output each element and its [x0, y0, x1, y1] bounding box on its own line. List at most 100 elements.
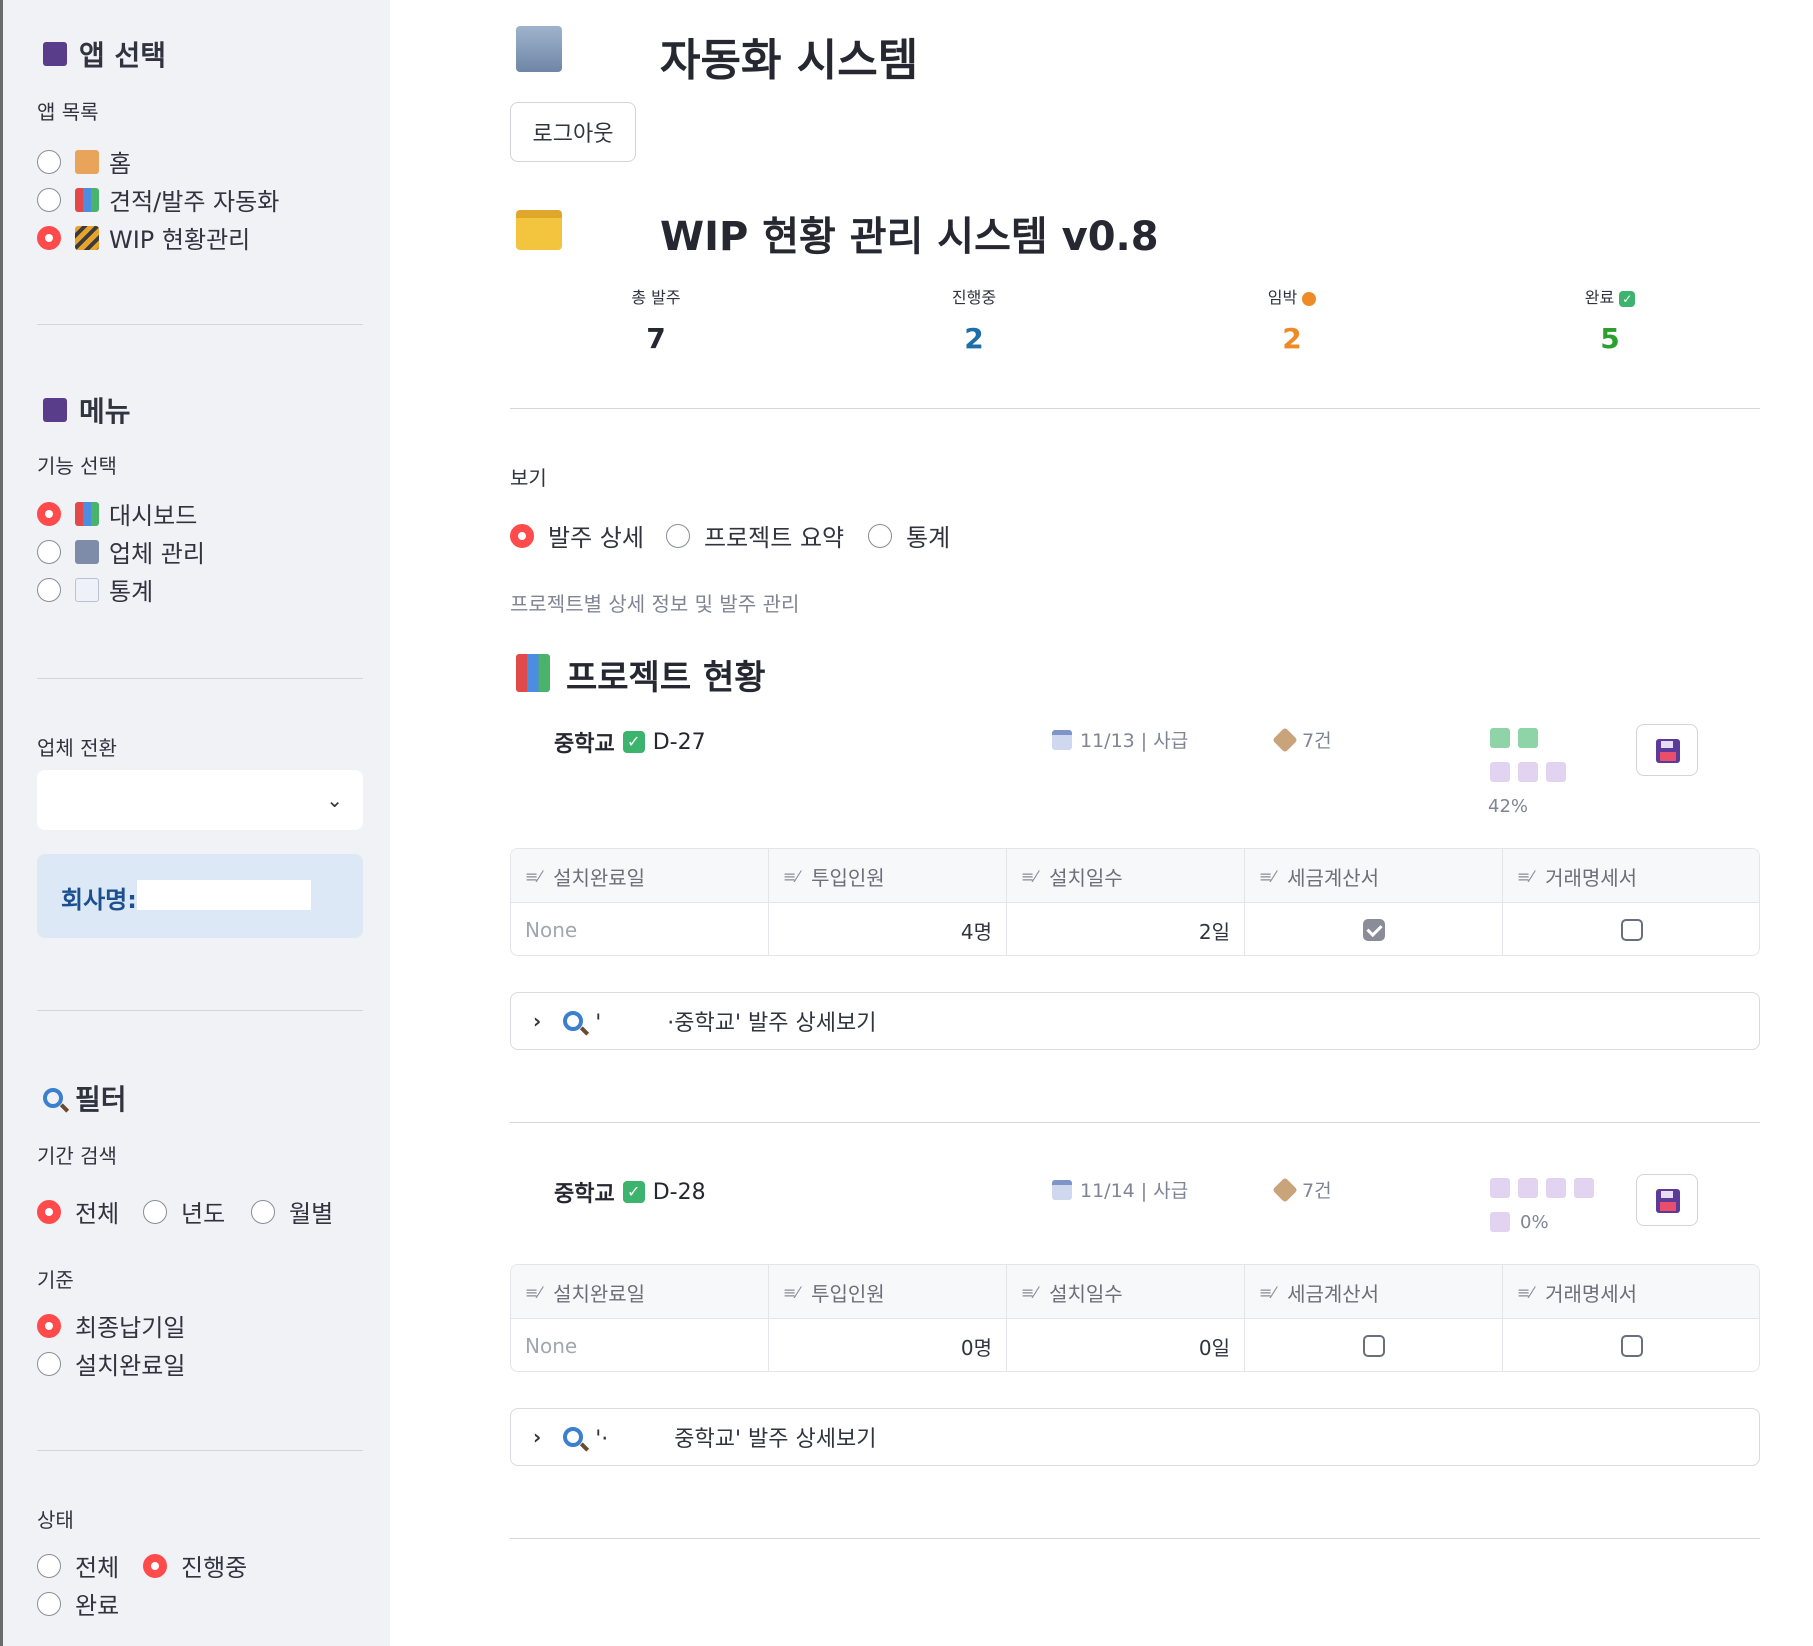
statement-checkbox[interactable] — [1621, 1335, 1643, 1357]
progress-square — [1574, 1178, 1594, 1198]
bar-chart-icon — [75, 501, 99, 526]
radio-dot — [37, 225, 61, 250]
table-cell-days[interactable]: 0일 — [1007, 1319, 1245, 1371]
save-button[interactable] — [1636, 724, 1698, 776]
radio-status-all[interactable]: 전체 — [37, 1548, 119, 1583]
edit-icon: ≡⁄ — [783, 1282, 800, 1302]
radio-view-summary[interactable]: 프로젝트 요약 — [666, 518, 844, 553]
tax-invoice-checkbox[interactable] — [1362, 919, 1385, 941]
progress-square — [1546, 1178, 1566, 1198]
radio-view-stats[interactable]: 통계 — [868, 518, 950, 553]
package-icon — [1272, 1176, 1298, 1203]
expander-label: ' ·중학교' 발주 상세보기 — [595, 1011, 877, 1036]
menu-heading: 메뉴 — [43, 390, 131, 430]
metric-value: 2 — [1282, 322, 1302, 355]
column-header[interactable]: ≡⁄ 투입인원 — [769, 849, 1007, 903]
radio-menu-stats[interactable]: 통계 — [37, 572, 153, 607]
company-name-label: 회사명: — [61, 886, 137, 914]
table-cell-days[interactable]: 2일 — [1007, 903, 1245, 955]
save-button[interactable] — [1636, 1174, 1698, 1226]
tax-invoice-checkbox[interactable] — [1362, 1335, 1385, 1357]
column-header[interactable]: ≡⁄ 설치일수 — [1007, 1265, 1245, 1319]
chevron-down-icon: ⌄ — [326, 788, 343, 812]
edit-icon: ≡⁄ — [1517, 1282, 1534, 1302]
order-detail-expander[interactable]: › '· 중학교' 발주 상세보기 — [510, 1408, 1760, 1466]
bar-chart-icon — [516, 654, 550, 692]
metric-label: 임박 — [1267, 288, 1298, 307]
edit-icon: ≡⁄ — [525, 866, 542, 886]
column-header[interactable]: ≡⁄ 설치완료일 — [511, 849, 769, 903]
app-title: 자동화 시스템 — [660, 35, 919, 86]
check-icon: ✓ — [622, 1181, 645, 1203]
radio-app-quote[interactable]: 견적/발주 자동화 — [37, 182, 279, 217]
metric-label-row: 임박 — [1192, 284, 1392, 308]
statement-checkbox[interactable] — [1621, 919, 1643, 941]
project-table: ≡⁄ 설치완료일 ≡⁄ 투입인원 ≡⁄ 설치일수 ≡⁄ 세금계산서 ≡⁄ 거래명세서 No… — [510, 1264, 1760, 1372]
column-header[interactable]: ≡⁄ 세금계산서 — [1245, 849, 1503, 903]
order-detail-expander[interactable]: › ' ·중학교' 발주 상세보기 — [510, 992, 1760, 1050]
magnifier-icon — [563, 1011, 584, 1031]
radio-dot — [666, 523, 690, 548]
column-header[interactable]: ≡⁄ 투입인원 — [769, 1265, 1007, 1319]
radio-app-home[interactable]: 홈 — [37, 144, 131, 179]
progress-square — [1490, 1178, 1510, 1198]
radio-dot — [37, 1199, 61, 1224]
basis-label: 기준 — [37, 1268, 74, 1292]
line-chart-icon — [75, 577, 99, 602]
radio-period-month[interactable]: 월별 — [251, 1194, 333, 1229]
project-date: 11/14 | 사급 — [1052, 1176, 1188, 1203]
table-cell-staff[interactable]: 4명 — [769, 903, 1007, 955]
column-header[interactable]: ≡⁄ 거래명세서 — [1503, 1265, 1759, 1319]
progress-square — [1546, 762, 1566, 782]
radio-dot — [143, 1553, 167, 1578]
status-label: 상태 — [37, 1508, 74, 1532]
column-header[interactable]: ≡⁄ 설치완료일 — [511, 1265, 769, 1319]
radio-menu-company[interactable]: 업체 관리 — [37, 534, 205, 569]
radio-dot — [143, 1199, 167, 1224]
column-header[interactable]: ≡⁄ 설치일수 — [1007, 849, 1245, 903]
company-switch-label: 업체 전환 — [37, 736, 117, 760]
column-header[interactable]: ≡⁄ 거래명세서 — [1503, 849, 1759, 903]
divider — [510, 1538, 1760, 1539]
edit-icon: ≡⁄ — [1259, 1282, 1276, 1302]
progress-squares — [1490, 728, 1610, 788]
metric-in-progress: 진행중 2 — [874, 284, 1074, 355]
radio-app-wip[interactable]: WIP 현황관리 — [37, 220, 250, 255]
radio-dot — [37, 501, 61, 526]
metric-complete: 완료 ✓ 5 — [1510, 284, 1710, 355]
function-select-label: 기능 선택 — [37, 454, 117, 478]
check-icon: ✓ — [1619, 290, 1636, 307]
radio-period-all[interactable]: 전체 — [37, 1194, 119, 1229]
metric-value: 7 — [646, 322, 666, 355]
project-date: 11/13 | 사급 — [1052, 726, 1188, 753]
company-select[interactable]: ⌄ — [37, 770, 363, 830]
building-icon — [516, 26, 562, 72]
radio-view-detail[interactable]: 발주 상세 — [510, 518, 644, 553]
table-cell-install-date[interactable]: None — [511, 903, 769, 955]
folder-icon — [516, 210, 562, 250]
table-cell-staff[interactable]: 0명 — [769, 1319, 1007, 1371]
metric-imminent: 임박 2 — [1192, 284, 1392, 355]
radio-status-progress[interactable]: 진행중 — [143, 1548, 247, 1583]
progress-square — [1490, 728, 1510, 748]
floppy-disk-icon — [1656, 739, 1680, 763]
edit-icon: ≡⁄ — [1021, 1282, 1038, 1302]
radio-dot — [251, 1199, 275, 1224]
period-label: 기간 검색 — [37, 1144, 117, 1168]
radio-menu-dashboard[interactable]: 대시보드 — [37, 496, 197, 531]
logout-button[interactable]: 로그아웃 — [510, 102, 636, 162]
radio-period-year[interactable]: 년도 — [143, 1194, 225, 1229]
chevron-right-icon: › — [533, 1009, 542, 1033]
metric-total: 총 발주 7 — [556, 284, 756, 355]
view-caption: 프로젝트별 상세 정보 및 발주 관리 — [510, 592, 800, 616]
progress-percent: 42% — [1488, 796, 1529, 817]
table-cell-install-date[interactable]: None — [511, 1319, 769, 1371]
table-cell-tax-invoice — [1245, 903, 1503, 955]
progress-square — [1518, 728, 1538, 748]
divider — [37, 678, 363, 679]
column-header[interactable]: ≡⁄ 세금계산서 — [1245, 1265, 1503, 1319]
radio-status-done[interactable]: 완료 — [37, 1586, 119, 1621]
radio-basis-install[interactable]: 설치완료일 — [37, 1346, 185, 1381]
radio-basis-due[interactable]: 최종납기일 — [37, 1308, 185, 1343]
sidebar: 앱 선택 앱 목록 홈 견적/발주 자동화 WIP 현황관리 메뉴 기능 선택 … — [0, 0, 390, 1646]
